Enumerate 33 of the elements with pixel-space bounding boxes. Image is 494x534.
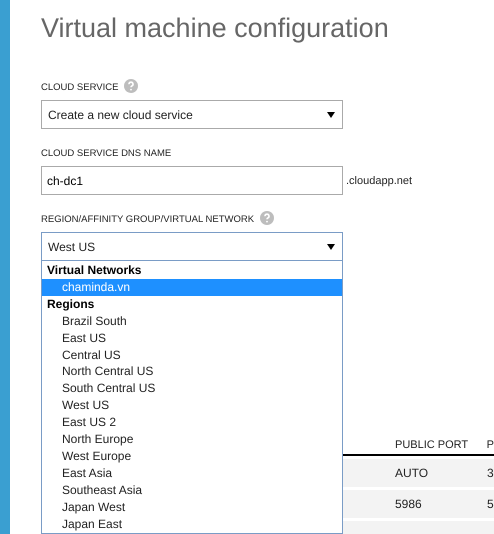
dropdown-option[interactable]: West US — [42, 397, 342, 414]
option-group-label: Regions — [46, 296, 96, 313]
caret-icon — [327, 110, 335, 118]
dropdown-option[interactable]: West Europe — [42, 448, 342, 465]
dropdown-option[interactable]: Japan West — [42, 498, 342, 516]
dropdown-option[interactable]: Brazil South — [42, 312, 342, 330]
help-icon[interactable] — [260, 210, 274, 228]
caret-icon — [327, 242, 335, 250]
field-label: REGION/AFFINITY GROUP/VIRTUAL NETWORK — [41, 214, 254, 224]
cloud-service-dropdown[interactable]: Create a new cloud service — [41, 100, 343, 129]
dropdown-option[interactable]: South Central US — [42, 380, 342, 398]
dropdown-option[interactable]: Central US — [42, 346, 342, 364]
domain-suffix: .cloudapp.net — [346, 175, 412, 189]
dropdown-option[interactable]: East Asia — [42, 464, 342, 482]
table-cell: 5 — [487, 497, 494, 511]
page-title: Virtual machine configuration — [41, 12, 390, 44]
table-cell: 3 — [487, 466, 494, 480]
table-cell-text: 5986 — [394, 497, 423, 511]
dropdown-option[interactable]: East US — [42, 330, 342, 347]
region-dropdown[interactable]: West US — [41, 232, 343, 261]
column-header: P — [486, 439, 494, 451]
field-label: CLOUD SERVICE DNS NAME — [41, 148, 172, 158]
dropdown-option[interactable]: North Central US — [42, 363, 342, 380]
dropdown-option[interactable]: Japan East — [42, 516, 342, 532]
dropdown-option[interactable]: East US 2 — [42, 414, 342, 432]
help-icon[interactable] — [124, 78, 138, 96]
field-label: CLOUD SERVICE — [41, 82, 118, 92]
dns-name-input[interactable]: ch-dc1 — [41, 166, 343, 195]
dropdown-option[interactable]: North Europe — [42, 431, 342, 448]
option-group-label: Virtual Networks — [46, 262, 142, 279]
column-header: PUBLIC PORT — [394, 439, 470, 451]
table-cell-text: AUTO — [394, 466, 430, 480]
dropdown-option[interactable]: Southeast Asia — [42, 482, 342, 499]
